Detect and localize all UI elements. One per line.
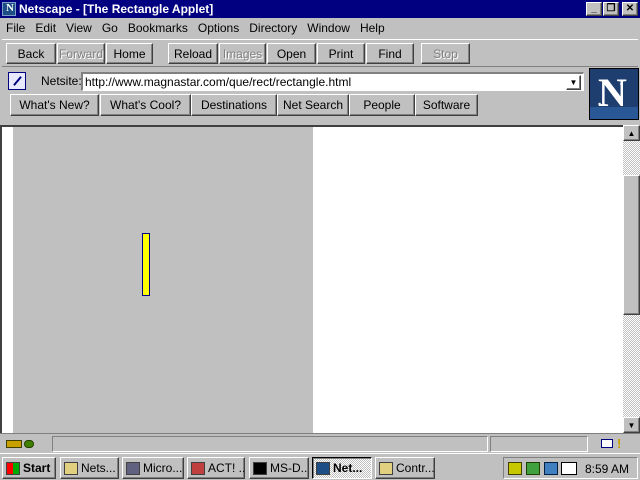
control-panel-icon — [379, 461, 393, 475]
open-button[interactable]: Open — [267, 43, 316, 64]
taskbar-item-control-panel[interactable]: Contr... — [375, 457, 435, 479]
microsoft-app-icon — [126, 461, 140, 475]
url-dropdown-arrow-icon[interactable]: ▼ — [566, 75, 581, 90]
back-button[interactable]: Back — [6, 43, 56, 64]
images-button[interactable]: Images — [219, 43, 266, 64]
scroll-thumb[interactable] — [623, 175, 640, 315]
taskbar-item-act[interactable]: ACT! ... — [187, 457, 245, 479]
logo-letter: N — [598, 70, 627, 115]
navigation-toolbar: Back Forward Home Reload Images Open Pri… — [2, 39, 638, 67]
taskbar-item-label: Net... — [333, 461, 363, 475]
printer-icon[interactable] — [526, 462, 540, 475]
url-text: http://www.magnastar.com/que/rect/rectan… — [85, 75, 352, 89]
start-button[interactable]: Start — [2, 457, 56, 479]
taskbar-item-netscape-folder[interactable]: Nets... — [60, 457, 119, 479]
folder-icon — [64, 461, 78, 475]
rectangle-applet[interactable] — [13, 127, 313, 433]
netsite-label: Netsite: — [41, 74, 82, 88]
start-label: Start — [23, 461, 51, 475]
net-search-button[interactable]: Net Search — [277, 94, 349, 116]
taskbar-item-label: Nets... — [81, 461, 116, 475]
vertical-scrollbar[interactable]: ▲ ▼ — [623, 125, 640, 433]
netscape-logo[interactable]: N — [589, 68, 639, 120]
directory-buttons: What's New? What's Cool? Destinations Ne… — [2, 94, 586, 120]
menu-window[interactable]: Window — [302, 21, 355, 35]
window-title: Netscape - [The Rectangle Applet] — [19, 2, 214, 16]
mail-icon[interactable] — [601, 439, 613, 448]
taskbar-item-ms-dos[interactable]: MS-D... — [249, 457, 309, 479]
bookmark-icon[interactable] — [8, 72, 26, 90]
menu-options[interactable]: Options — [193, 21, 244, 35]
taskbar-item-label: MS-D... — [270, 461, 309, 475]
ms-dos-icon — [253, 461, 267, 475]
menu-go[interactable]: Go — [97, 21, 123, 35]
print-button[interactable]: Print — [317, 43, 365, 64]
taskbar-item-micro[interactable]: Micro... — [122, 457, 184, 479]
minimize-button[interactable]: _ — [586, 2, 602, 16]
scroll-up-arrow-icon[interactable]: ▲ — [623, 125, 640, 141]
mail-alert-icon: ! — [617, 436, 622, 451]
netscape-icon — [316, 461, 330, 475]
menu-view[interactable]: View — [61, 21, 97, 35]
act-app-icon — [191, 461, 205, 475]
taskbar-clock[interactable]: 8:59 AM — [585, 462, 629, 476]
status-bar: ! — [0, 433, 640, 453]
yellow-rectangle — [142, 233, 150, 296]
system-tray: 8:59 AM — [503, 457, 638, 479]
network-icon[interactable] — [544, 462, 558, 475]
software-button[interactable]: Software — [415, 94, 478, 116]
forward-button[interactable]: Forward — [57, 43, 105, 64]
title-bar[interactable]: Netscape - [The Rectangle Applet] _ ❐ ✕ — [0, 0, 640, 18]
taskbar-item-label: Contr... — [396, 461, 435, 475]
netscape-app-icon[interactable] — [2, 2, 16, 16]
taskbar-item-label: ACT! ... — [208, 461, 245, 475]
windows-logo-icon — [6, 461, 20, 475]
stop-button[interactable]: Stop — [421, 43, 470, 64]
home-button[interactable]: Home — [106, 43, 153, 64]
volume-icon[interactable] — [508, 462, 522, 475]
people-button[interactable]: People — [349, 94, 415, 116]
display-settings-icon[interactable] — [561, 462, 577, 475]
scroll-down-arrow-icon[interactable]: ▼ — [623, 417, 640, 433]
url-input[interactable]: http://www.magnastar.com/que/rect/rectan… — [81, 72, 584, 91]
whats-new-button[interactable]: What's New? — [10, 94, 99, 116]
location-bar: Netsite: http://www.magnastar.com/que/re… — [2, 69, 586, 93]
security-key-icon[interactable] — [6, 439, 36, 450]
close-button[interactable]: ✕ — [622, 2, 638, 16]
destinations-button[interactable]: Destinations — [191, 94, 277, 116]
restore-button[interactable]: ❐ — [603, 2, 619, 16]
progress-field — [490, 436, 588, 452]
taskbar: Start Nets... Micro... ACT! ... MS-D... … — [0, 453, 640, 480]
menu-bar: File Edit View Go Bookmarks Options Dire… — [0, 18, 640, 38]
taskbar-item-netscape[interactable]: Net... — [312, 457, 372, 479]
menu-file[interactable]: File — [1, 21, 30, 35]
menu-help[interactable]: Help — [355, 21, 390, 35]
find-button[interactable]: Find — [366, 43, 414, 64]
taskbar-item-label: Micro... — [143, 461, 183, 475]
menu-bookmarks[interactable]: Bookmarks — [123, 21, 193, 35]
menu-edit[interactable]: Edit — [30, 21, 61, 35]
status-message-field — [52, 436, 488, 452]
page-content — [0, 125, 640, 433]
reload-button[interactable]: Reload — [168, 43, 218, 64]
whats-cool-button[interactable]: What's Cool? — [100, 94, 191, 116]
menu-directory[interactable]: Directory — [244, 21, 302, 35]
